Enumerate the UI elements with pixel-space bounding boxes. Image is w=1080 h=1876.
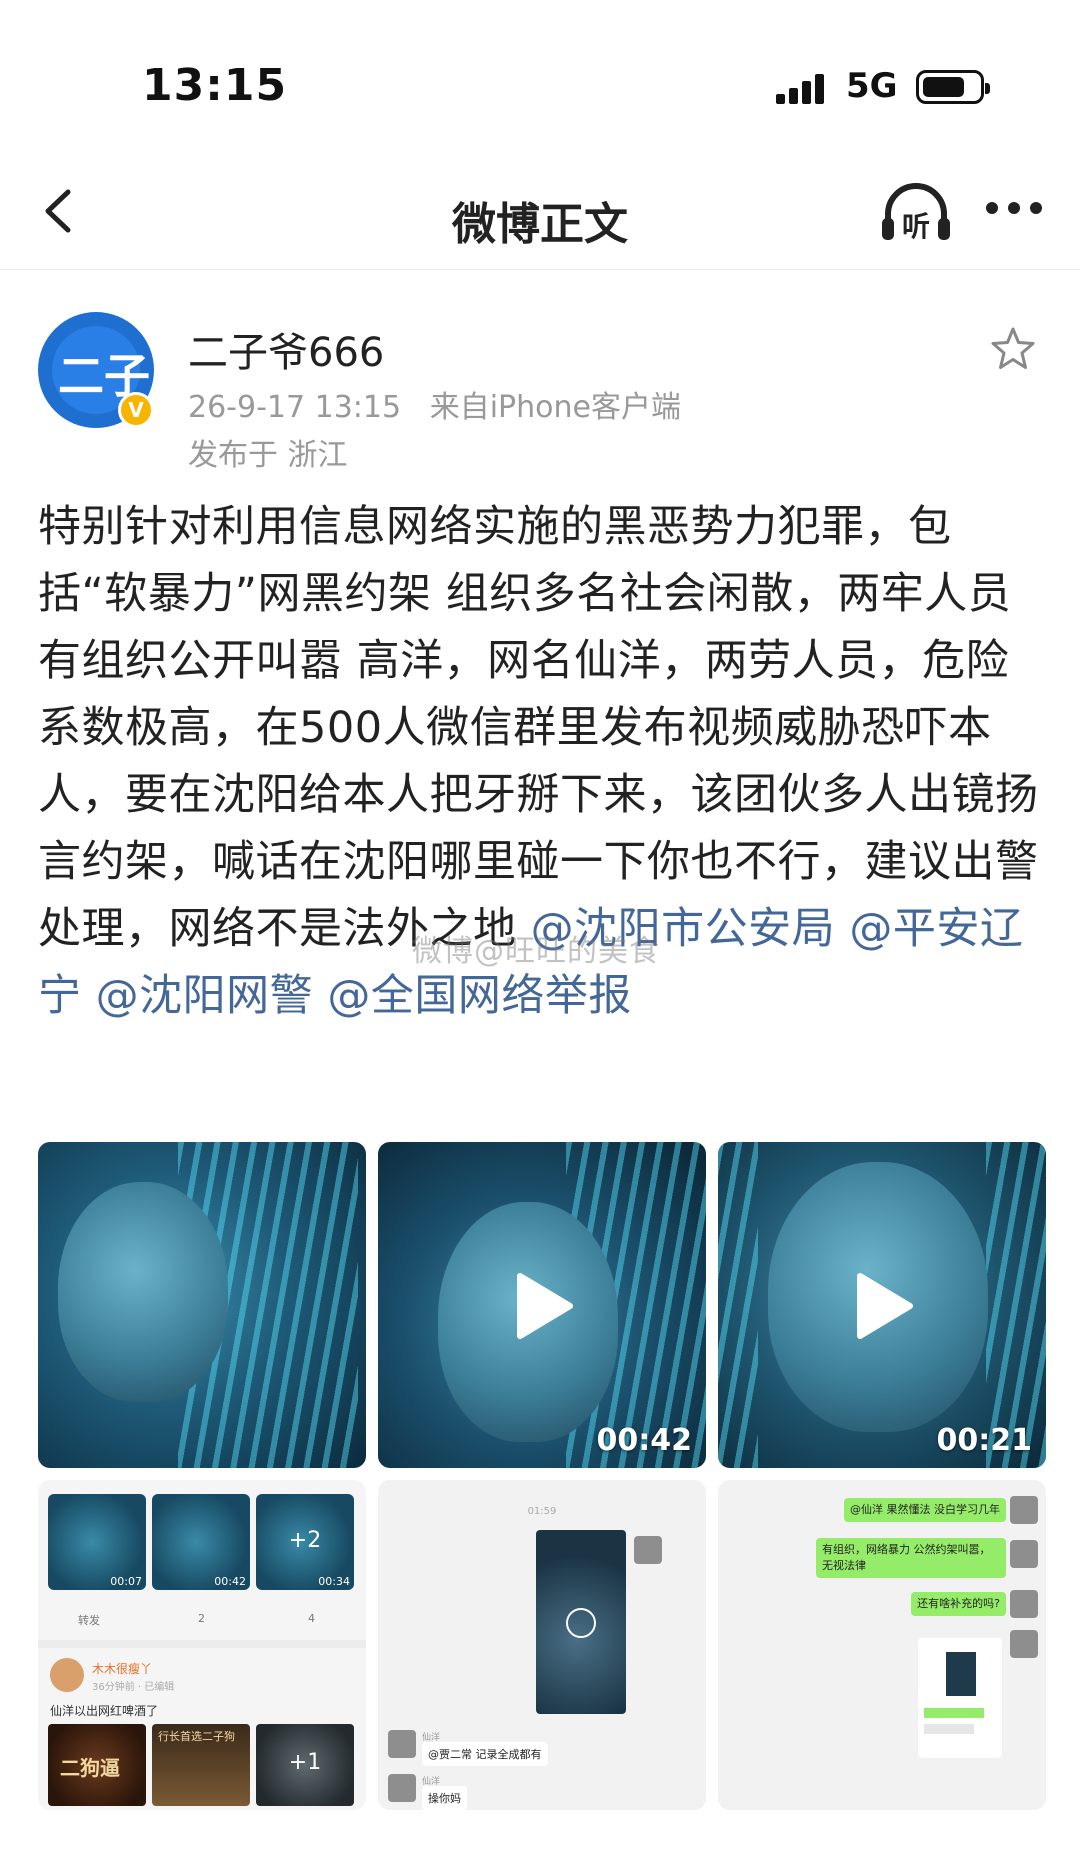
media-screenshot-1[interactable]: 00:07 00:42 +2 00:34 转发 2 4 木木很瘦丫 36分钟前 … xyxy=(38,1480,366,1810)
mini-comment-time: 36分钟前 · 已编辑 xyxy=(92,1682,175,1693)
avatar xyxy=(388,1730,416,1758)
chat-bubble: @贾二常 记录全成都有 xyxy=(422,1742,548,1766)
source-prefix: 来自 xyxy=(429,390,490,425)
play-icon[interactable] xyxy=(512,1270,576,1342)
mini-actions: 转发 2 4 xyxy=(48,1608,356,1632)
battery-icon xyxy=(916,70,990,104)
mini-comment-text: 仙洋以出网红啤酒了 xyxy=(50,1704,159,1718)
chat-time: 01:59 xyxy=(527,1506,557,1517)
post-location: 发布于 浙江 xyxy=(188,438,348,473)
chat-bubble: 还有啥补充的吗? xyxy=(911,1592,1006,1616)
post-body-text: 特别针对利用信息网络实施的黑恶势力犯罪，包括“软暴力”网黑约架 组织多名社会闲散… xyxy=(38,502,1039,954)
video-duration: 00:21 xyxy=(936,1423,1033,1458)
mini-likes: 4 xyxy=(308,1612,315,1625)
mention-link[interactable]: @全国网络举报 xyxy=(327,971,632,1021)
mini-plus-count: +2 xyxy=(288,1528,322,1553)
divider xyxy=(38,1640,366,1648)
chat-bubble: 操你妈 xyxy=(422,1786,467,1810)
star-favorite-icon[interactable] xyxy=(990,326,1036,372)
mini-plus-count: +1 xyxy=(288,1750,322,1775)
watermark-text: 微博@旺旺的美食 xyxy=(412,934,660,969)
mini-commenter-name: 木木很瘦丫 xyxy=(92,1662,153,1676)
media-screenshot-3[interactable]: @仙洋 果然懂法 没白学习几年 有组织，网络暴力 公然约架叫嚣，无视法律 还有啥… xyxy=(718,1480,1046,1810)
post-source: iPhone客户端 xyxy=(489,390,681,425)
mini-images: 二狗逼 行长首选二子狗 +1 xyxy=(48,1724,358,1806)
chat-video xyxy=(536,1530,626,1714)
mini-repost: 转发 xyxy=(78,1614,100,1627)
mini-duration: 00:07 xyxy=(110,1575,142,1588)
media-video-2[interactable]: 00:21 xyxy=(718,1142,1046,1468)
avatar xyxy=(1010,1590,1038,1618)
post-meta: 26-9-17 13:15 来自iPhone客户端 xyxy=(188,382,681,426)
avatar xyxy=(1010,1630,1038,1658)
chat-bubble: 有组织，网络暴力 公然约架叫嚣，无视法律 xyxy=(816,1538,1006,1578)
mini-duration: 00:34 xyxy=(318,1575,350,1588)
brand-slogan: 行长首选二子狗 xyxy=(158,1730,235,1743)
avatar xyxy=(1010,1496,1038,1524)
mini-thumbnails: 00:07 00:42 +2 00:34 xyxy=(48,1494,356,1604)
brand-name: 二狗逼 xyxy=(60,1756,120,1780)
mention-link[interactable]: @沈阳网警 xyxy=(96,971,314,1021)
avatar xyxy=(388,1774,416,1802)
status-bar: 13:15 5G xyxy=(0,0,1080,150)
media-screenshot-2[interactable]: 01:59 仙洋 @贾二常 记录全成都有 仙洋 操你妈 xyxy=(378,1480,706,1810)
verified-badge-icon: V xyxy=(118,392,154,428)
nested-screenshot xyxy=(918,1638,1002,1758)
play-icon xyxy=(566,1608,596,1638)
network-type: 5G xyxy=(846,66,898,106)
username[interactable]: 二子爷666 xyxy=(188,320,384,378)
signal-strength-icon xyxy=(776,74,828,104)
mini-comments: 2 xyxy=(198,1612,205,1625)
chat-bubble: @仙洋 果然懂法 没白学习几年 xyxy=(844,1498,1006,1522)
video-duration: 00:42 xyxy=(596,1423,693,1458)
media-image-1[interactable] xyxy=(38,1142,366,1468)
status-time: 13:15 xyxy=(142,60,288,111)
avatar xyxy=(1010,1540,1038,1568)
play-icon[interactable] xyxy=(852,1270,916,1342)
nav-bar: 微博正文 听 xyxy=(0,150,1080,270)
headphones-listen-icon[interactable]: 听 xyxy=(878,180,954,244)
media-video-1[interactable]: 00:42 xyxy=(378,1142,706,1468)
more-dots-icon[interactable] xyxy=(984,202,1044,218)
post-date: 26-9-17 13:15 xyxy=(188,390,402,425)
avatar xyxy=(50,1658,84,1692)
listen-label: 听 xyxy=(902,210,930,243)
mini-commenter: 木木很瘦丫 36分钟前 · 已编辑 xyxy=(50,1658,350,1698)
mini-duration: 00:42 xyxy=(214,1575,246,1588)
avatar xyxy=(634,1536,662,1564)
